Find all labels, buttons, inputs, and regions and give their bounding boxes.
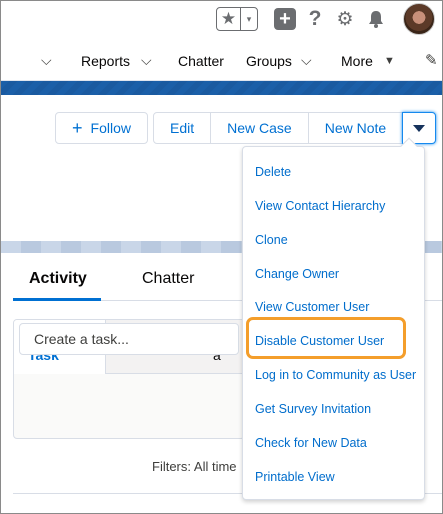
nav-bar: ⌵ Reports ⌵ Chatter Groups ⌵ More ▼ ✎ [1,39,442,81]
pencil-icon[interactable]: ✎ [425,51,438,69]
tab-activity[interactable]: Activity [29,270,87,288]
nav-item-reports[interactable]: Reports [81,53,130,69]
menu-item-clone[interactable]: Clone [255,233,288,247]
nav-item-more[interactable]: More [341,53,373,69]
chevron-down-icon[interactable]: ▾ [241,8,257,30]
caret-down-icon[interactable]: ▼ [384,55,395,67]
new-case-button[interactable]: New Case [210,112,309,144]
edit-button[interactable]: Edit [152,112,212,144]
bell-icon[interactable] [365,8,387,30]
nav-item-groups[interactable]: Groups [246,53,292,69]
chevron-down-icon[interactable]: ⌵ [301,52,312,69]
app-window: ★ ▾ + ? ⚙ ⌵ Reports ⌵ Chatter Groups ⌵ M… [0,0,443,514]
nav-item-chatter[interactable]: Chatter [178,53,224,69]
star-icon[interactable]: ★ [217,8,241,30]
menu-item-check-for-new-data[interactable]: Check for New Data [255,436,367,450]
follow-button[interactable]: + Follow [55,112,148,144]
new-note-button[interactable]: New Note [307,112,404,144]
menu-item-disable-customer-user[interactable]: Disable Customer User [255,334,384,348]
menu-item-log-in-to-community[interactable]: Log in to Community as User [255,368,416,382]
chevron-down-icon[interactable]: ⌵ [141,52,152,69]
header-band [1,81,442,95]
favorites-button-group[interactable]: ★ ▾ [216,7,258,31]
plus-icon: + [72,117,83,138]
menu-item-delete[interactable]: Delete [255,165,291,179]
create-task-input[interactable]: Create a task... [19,323,239,355]
filters-label[interactable]: Filters: All time [152,459,237,474]
utility-bar: ★ ▾ + ? ⚙ [1,1,442,39]
more-actions-menu: Delete View Contact Hierarchy Clone Chan… [242,146,425,500]
caret-down-icon [413,124,426,132]
menu-item-view-contact-hierarchy[interactable]: View Contact Hierarchy [255,199,385,213]
chevron-down-icon[interactable]: ⌵ [41,52,52,69]
action-button-group: + Follow Edit New Case New Note [55,112,437,144]
active-tab-indicator [13,298,101,301]
help-icon[interactable]: ? [304,7,326,30]
menu-item-get-survey-invitation[interactable]: Get Survey Invitation [255,402,371,416]
menu-item-change-owner[interactable]: Change Owner [255,267,339,281]
avatar[interactable] [403,3,435,35]
gear-icon[interactable]: ⚙ [334,8,356,30]
plus-icon[interactable]: + [274,8,296,30]
menu-item-printable-view[interactable]: Printable View [255,470,335,484]
follow-label: Follow [90,120,131,136]
menu-item-view-customer-user[interactable]: View Customer User [255,300,369,314]
tab-chatter[interactable]: Chatter [142,270,194,288]
